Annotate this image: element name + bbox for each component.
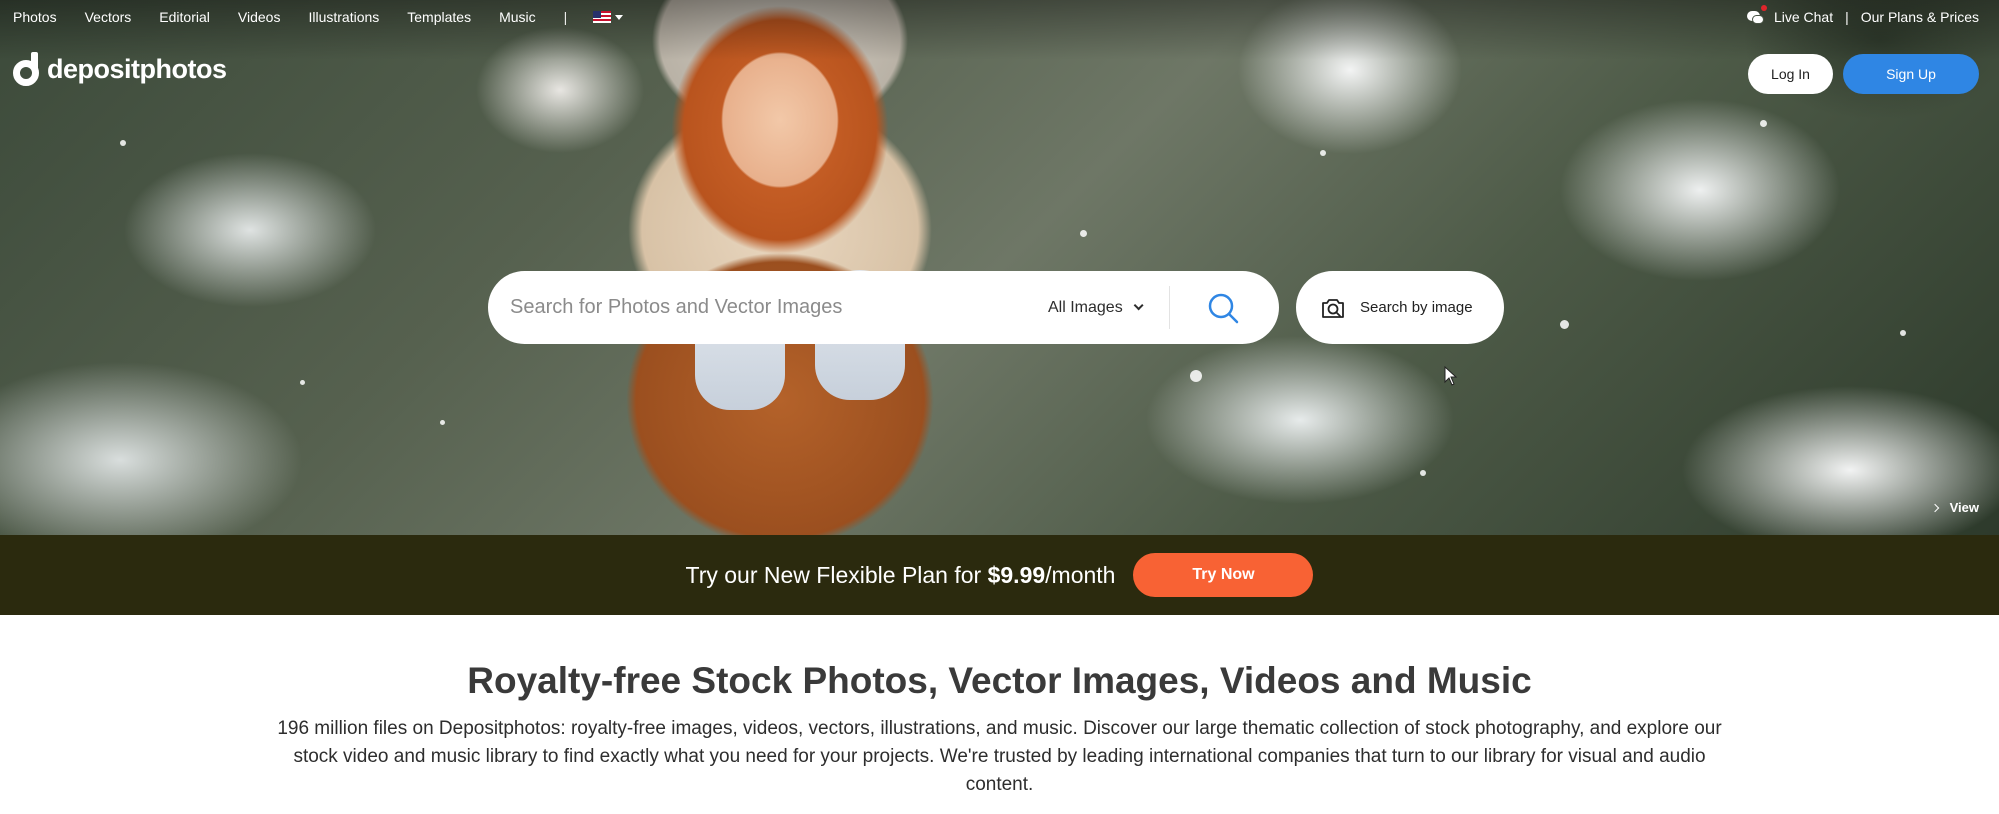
live-chat-link[interactable]: Live Chat <box>1774 9 1833 25</box>
logo-mark-icon <box>13 52 39 86</box>
view-label: View <box>1949 500 1979 515</box>
nav-separator: | <box>563 9 568 25</box>
caret-down-icon <box>615 14 624 20</box>
hero-banner: Photos Vectors Editorial Videos Illustra… <box>0 0 1999 535</box>
image-type-dropdown[interactable]: All Images <box>1048 271 1144 344</box>
search-icon[interactable] <box>1206 291 1240 325</box>
chat-icon[interactable] <box>1746 5 1767 25</box>
nav-videos[interactable]: Videos <box>238 9 281 25</box>
page-description: 196 million files on Depositphotos: roya… <box>277 718 1722 795</box>
hero-image <box>525 0 1035 535</box>
camera-search-icon <box>1322 298 1344 318</box>
nav-photos[interactable]: Photos <box>13 9 57 25</box>
top-divider: | <box>1845 9 1849 25</box>
search-bar: All Images <box>488 271 1279 344</box>
plans-prices-link[interactable]: Our Plans & Prices <box>1861 9 1979 25</box>
nav-vectors[interactable]: Vectors <box>85 9 132 25</box>
nav-illustrations[interactable]: Illustrations <box>308 9 379 25</box>
view-photo-link[interactable]: View <box>1930 500 1979 515</box>
nav-templates[interactable]: Templates <box>407 9 471 25</box>
category-nav: Photos Vectors Editorial Videos Illustra… <box>13 9 624 25</box>
language-selector[interactable] <box>593 11 624 23</box>
page-title: Royalty-free Stock Photos, Vector Images… <box>467 660 1532 701</box>
mouse-cursor-icon <box>1444 366 1458 386</box>
try-now-button[interactable]: Try Now <box>1133 553 1314 597</box>
search-by-image-button[interactable]: Search by image <box>1296 271 1504 344</box>
login-button[interactable]: Log In <box>1748 54 1833 94</box>
nav-music[interactable]: Music <box>499 9 536 25</box>
chevron-right-icon <box>1930 503 1939 512</box>
promo-text: Try our New Flexible Plan for $9.99/mont… <box>685 561 1116 588</box>
search-divider <box>1169 286 1170 329</box>
search-by-image-label: Search by image <box>1360 299 1473 316</box>
us-flag-icon <box>593 11 612 23</box>
logo-text: depositphotos <box>47 53 227 84</box>
depositphotos-logo[interactable]: depositphotos <box>13 52 227 86</box>
nav-editorial[interactable]: Editorial <box>159 9 210 25</box>
promo-price: $9.99 <box>987 561 1046 588</box>
image-type-label: All Images <box>1048 298 1123 316</box>
top-right-links: Live Chat | Our Plans & Prices <box>1746 5 1979 25</box>
search-input[interactable] <box>510 287 1030 328</box>
signup-button[interactable]: Sign Up <box>1843 54 1979 94</box>
promo-banner: Try our New Flexible Plan for $9.99/mont… <box>0 535 1999 615</box>
chevron-down-icon <box>1133 300 1144 311</box>
